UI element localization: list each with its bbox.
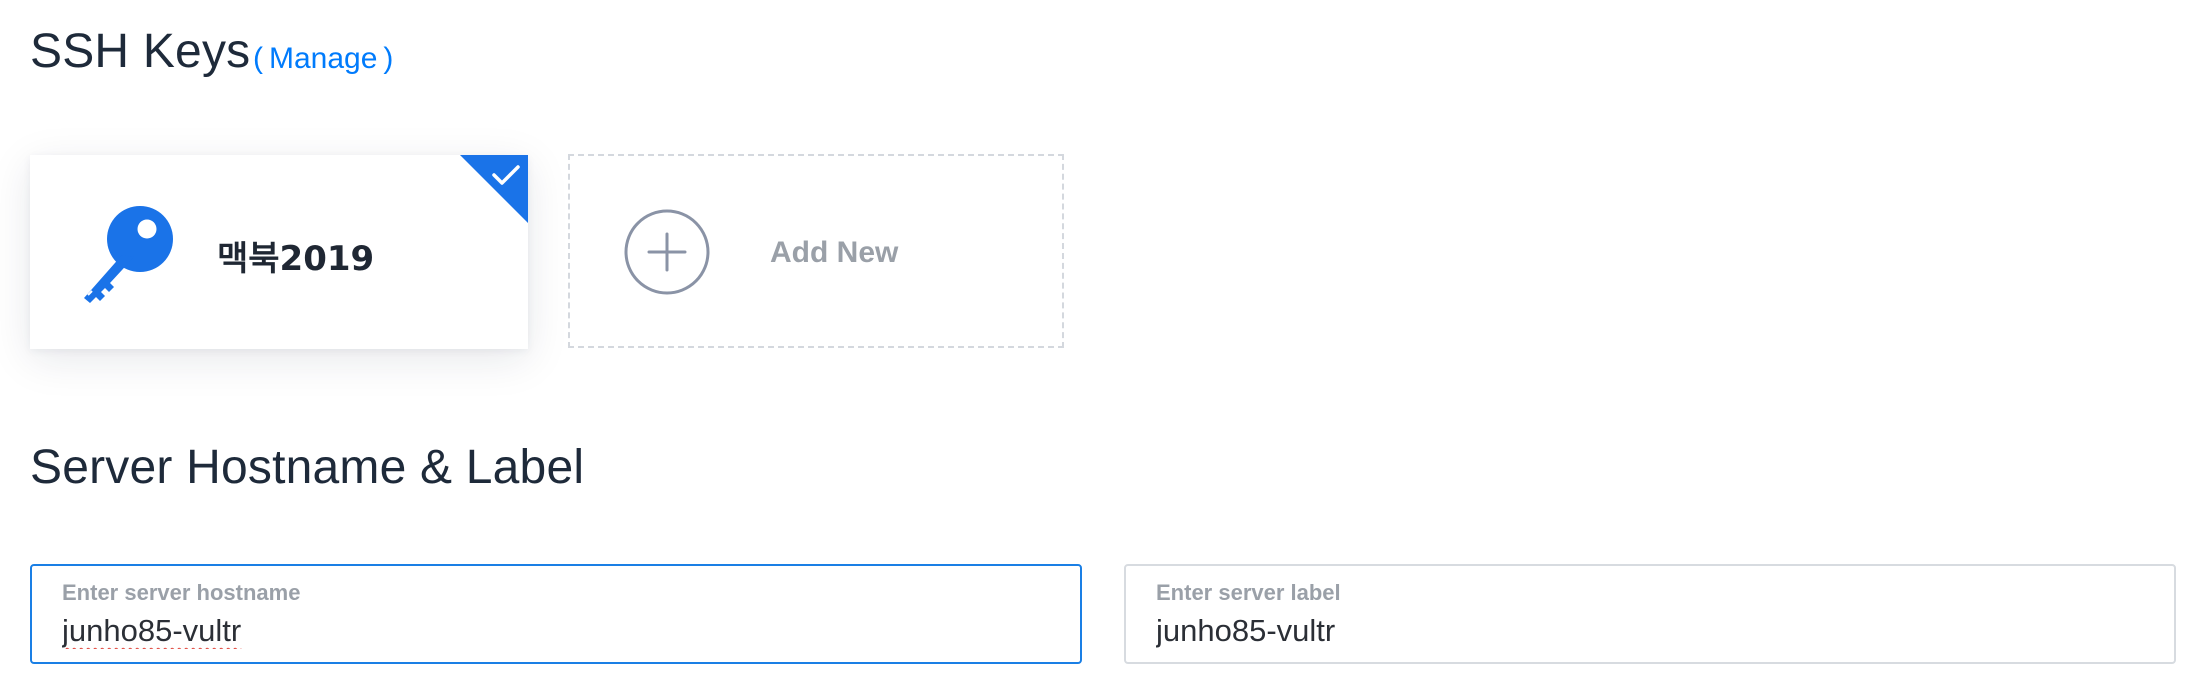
manage-open-paren: ( bbox=[253, 42, 263, 75]
page: SSH Keys (Manage) 맥북2019 Add New Server … bbox=[0, 0, 2204, 680]
plus-circle-icon bbox=[624, 209, 710, 295]
manage-close-paren: ) bbox=[383, 42, 394, 75]
add-new-label: Add New bbox=[770, 236, 899, 269]
ssh-key-name: 맥북2019 bbox=[217, 239, 375, 279]
server-label-field: Enter server label bbox=[1124, 564, 2176, 664]
hostname-label-title: Server Hostname & Label bbox=[30, 441, 585, 494]
ssh-key-card[interactable]: 맥북2019 bbox=[30, 155, 528, 349]
ssh-keys-title: SSH Keys bbox=[30, 25, 251, 78]
hostname-input[interactable] bbox=[62, 610, 1042, 652]
selected-check-icon bbox=[460, 155, 528, 223]
server-label-input[interactable] bbox=[1156, 610, 2136, 652]
manage-link-label: Manage bbox=[269, 42, 378, 75]
add-new-ssh-key-button[interactable]: Add New bbox=[568, 154, 1064, 348]
hostname-field: Enter server hostname bbox=[30, 564, 1082, 664]
key-icon bbox=[84, 206, 173, 303]
manage-ssh-keys-link[interactable]: (Manage) bbox=[247, 42, 399, 76]
server-label-field-label: Enter server label bbox=[1156, 580, 1341, 605]
hostname-field-label: Enter server hostname bbox=[62, 580, 301, 605]
